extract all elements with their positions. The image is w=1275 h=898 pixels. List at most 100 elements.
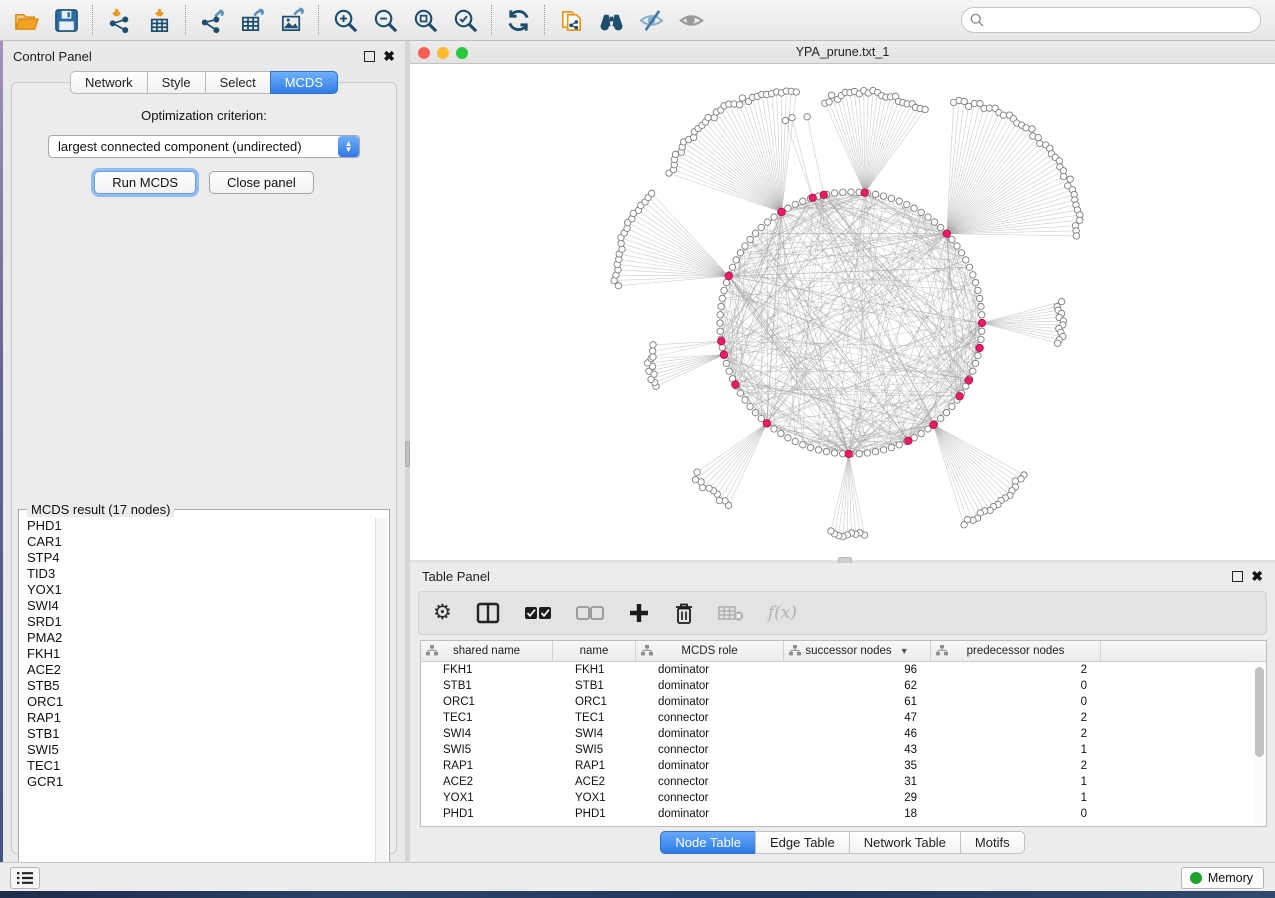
table-row[interactable]: ACE2ACE2connector311	[421, 774, 1266, 790]
network-node[interactable]	[880, 193, 886, 199]
network-node[interactable]	[840, 189, 846, 195]
zoom-selected-button[interactable]	[447, 3, 483, 37]
network-node[interactable]	[729, 264, 735, 270]
network-node[interactable]	[723, 279, 729, 285]
network-node[interactable]	[904, 201, 910, 207]
network-node[interactable]	[721, 287, 727, 293]
float-panel-icon[interactable]	[1232, 571, 1243, 582]
mcds-dominator-node[interactable]	[861, 189, 868, 196]
search-input[interactable]	[990, 10, 1252, 30]
network-node[interactable]	[831, 190, 837, 196]
table-row[interactable]: PHD1PHD1dominator180	[421, 806, 1266, 822]
mcds-dominator-node[interactable]	[763, 420, 770, 427]
show-columns-button[interactable]	[476, 598, 500, 628]
mcds-result-item[interactable]: SRD1	[21, 614, 374, 630]
network-node[interactable]	[752, 409, 758, 415]
network-node[interactable]	[864, 450, 870, 456]
network-node[interactable]	[954, 243, 960, 249]
network-leaf-node[interactable]	[961, 522, 967, 528]
mcds-dominator-node[interactable]	[905, 437, 912, 444]
network-leaf-node[interactable]	[789, 114, 795, 120]
mcds-result-item[interactable]: STB5	[21, 678, 374, 694]
mcds-dominator-node[interactable]	[725, 272, 732, 279]
network-node[interactable]	[856, 451, 862, 457]
tab-motifs[interactable]: Motifs	[960, 831, 1025, 854]
table-row[interactable]: TEC1TEC1connector472	[421, 710, 1266, 726]
mcds-dominator-node[interactable]	[820, 191, 827, 198]
table-scrollbar[interactable]	[1254, 663, 1265, 826]
network-node[interactable]	[976, 295, 982, 301]
network-node[interactable]	[911, 205, 917, 211]
mcds-result-item[interactable]: PMA2	[21, 630, 374, 646]
network-node[interactable]	[949, 403, 955, 409]
mcds-result-item[interactable]: ORC1	[21, 694, 374, 710]
tab-network-table[interactable]: Network Table	[849, 831, 960, 854]
network-node[interactable]	[778, 430, 784, 436]
network-node[interactable]	[717, 328, 723, 334]
network-node[interactable]	[807, 444, 813, 450]
network-leaf-node[interactable]	[826, 99, 832, 105]
tab-network[interactable]: Network	[70, 71, 147, 94]
mcds-result-item[interactable]: TID3	[21, 566, 374, 582]
network-node[interactable]	[966, 264, 972, 270]
show-panels-button[interactable]	[10, 867, 40, 889]
network-node[interactable]	[978, 336, 984, 342]
network-leaf-node[interactable]	[1012, 478, 1018, 484]
network-node[interactable]	[937, 415, 943, 421]
network-graph[interactable]	[410, 64, 1275, 560]
show-view-button[interactable]	[673, 3, 709, 37]
hide-selected-button[interactable]	[633, 3, 669, 37]
network-node[interactable]	[718, 303, 724, 309]
network-leaf-node[interactable]	[650, 354, 656, 360]
unselect-all-columns-button[interactable]	[576, 598, 604, 628]
network-leaf-node[interactable]	[922, 106, 928, 112]
network-leaf-node[interactable]	[1073, 233, 1079, 239]
network-leaf-node[interactable]	[804, 114, 810, 120]
mcds-dominator-node[interactable]	[718, 338, 725, 345]
network-node[interactable]	[880, 447, 886, 453]
network-node[interactable]	[747, 236, 753, 242]
network-node[interactable]	[758, 415, 764, 421]
mcds-dominator-node[interactable]	[778, 208, 785, 215]
network-node[interactable]	[888, 195, 894, 201]
network-leaf-node[interactable]	[1037, 140, 1043, 146]
mcds-result-item[interactable]: ACE2	[21, 662, 374, 678]
network-node[interactable]	[848, 189, 854, 195]
network-node[interactable]	[970, 368, 976, 374]
network-node[interactable]	[771, 214, 777, 220]
network-node[interactable]	[918, 209, 924, 215]
network-leaf-node[interactable]	[1029, 126, 1035, 132]
mcds-dominator-node[interactable]	[976, 344, 983, 351]
network-node[interactable]	[737, 250, 743, 256]
network-node[interactable]	[975, 287, 981, 293]
mcds-dominator-node[interactable]	[978, 319, 985, 326]
mcds-result-item[interactable]: FKH1	[21, 646, 374, 662]
table-row[interactable]: FKH1FKH1dominator962	[421, 662, 1266, 678]
network-node[interactable]	[800, 442, 806, 448]
tab-style[interactable]: Style	[147, 71, 205, 94]
float-panel-icon[interactable]	[364, 51, 375, 62]
network-leaf-node[interactable]	[1035, 134, 1041, 140]
network-leaf-node[interactable]	[793, 89, 799, 95]
table-row[interactable]: ORC1ORC1dominator610	[421, 694, 1266, 710]
network-leaf-node[interactable]	[1067, 176, 1073, 182]
mcds-dominator-node[interactable]	[720, 351, 727, 358]
mcds-result-item[interactable]: TEC1	[21, 758, 374, 774]
network-node[interactable]	[742, 397, 748, 403]
scrollbar-thumb[interactable]	[1255, 667, 1264, 757]
mcds-result-item[interactable]: SWI4	[21, 598, 374, 614]
column-header-MCDS-role[interactable]: MCDS role	[636, 641, 784, 661]
network-node[interactable]	[815, 447, 821, 453]
import-network-button[interactable]	[101, 3, 137, 37]
network-node[interactable]	[771, 426, 777, 432]
mcds-result-item[interactable]: SWI5	[21, 742, 374, 758]
network-node[interactable]	[792, 201, 798, 207]
mcds-result-item[interactable]: STB1	[21, 726, 374, 742]
table-row[interactable]: RAP1RAP1dominator352	[421, 758, 1266, 774]
network-node[interactable]	[733, 257, 739, 263]
refresh-view-button[interactable]	[500, 3, 536, 37]
mcds-result-item[interactable]: CAR1	[21, 534, 374, 550]
close-panel-icon[interactable]: ✖	[383, 51, 395, 62]
network-leaf-node[interactable]	[1077, 217, 1083, 223]
network-leaf-node[interactable]	[1054, 340, 1060, 346]
